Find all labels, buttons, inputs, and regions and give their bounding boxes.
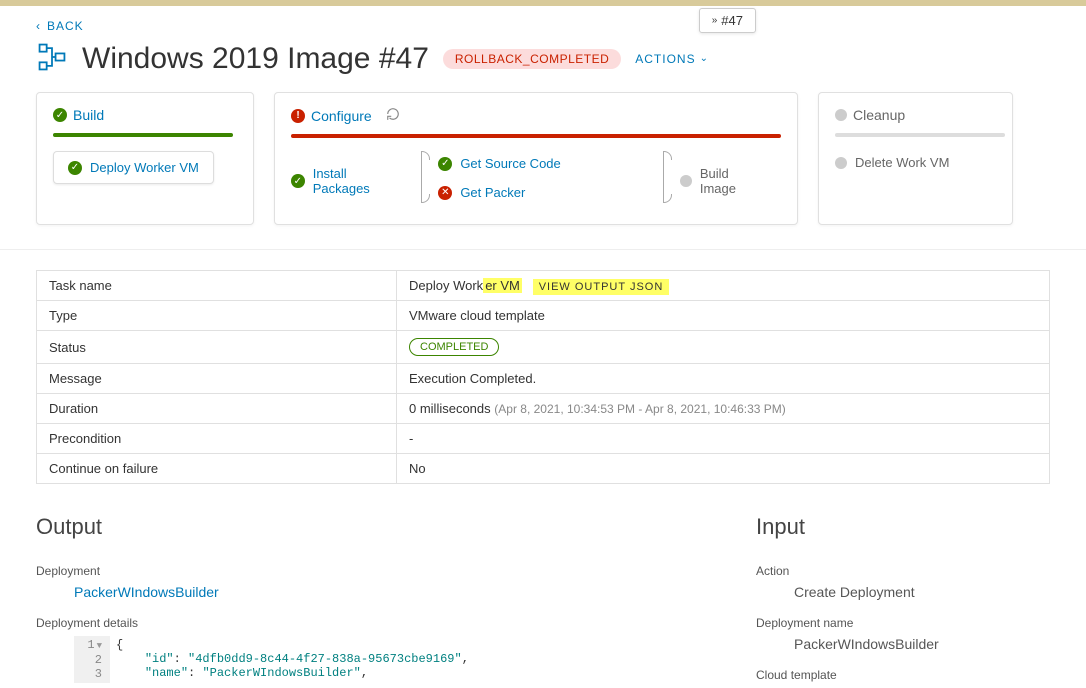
table-row: Continue on failure No bbox=[37, 454, 1050, 484]
error-circle-icon: ! bbox=[291, 109, 305, 123]
task-label: Delete Work VM bbox=[855, 155, 949, 170]
stage-configure-progress bbox=[291, 134, 781, 138]
status-label: Status bbox=[37, 331, 397, 364]
table-row: Message Execution Completed. bbox=[37, 364, 1050, 394]
code-gutter: 1▼23 bbox=[74, 636, 110, 683]
code-lines[interactable]: { "id": "4dfb0dd9-8c44-4f27-838a-95673cb… bbox=[110, 636, 475, 683]
input-action-value: Create Deployment bbox=[756, 584, 1050, 600]
stage-divider bbox=[421, 152, 422, 202]
task-build-image[interactable]: Build Image bbox=[680, 162, 767, 200]
check-circle-icon: ✓ bbox=[68, 161, 82, 175]
precondition-label: Precondition bbox=[37, 424, 397, 454]
task-name-value: Deploy Worker VM bbox=[409, 278, 522, 293]
task-label: Deploy Worker VM bbox=[90, 160, 199, 175]
stage-cleanup-title[interactable]: Cleanup bbox=[853, 107, 905, 123]
input-depname-value: PackerWIndowsBuilder bbox=[756, 636, 1050, 652]
page-title: Windows 2019 Image #47 bbox=[82, 42, 429, 76]
stage-configure: ! Configure ✓ Install Packages ✓ bbox=[274, 92, 798, 225]
pipeline-icon bbox=[36, 41, 68, 76]
back-label: BACK bbox=[47, 19, 84, 33]
type-value: VMware cloud template bbox=[397, 301, 1050, 331]
input-depname-label: Deployment name bbox=[756, 616, 1050, 630]
task-get-source-code[interactable]: ✓ Get Source Code bbox=[438, 152, 560, 175]
type-label: Type bbox=[37, 301, 397, 331]
table-row: Status COMPLETED bbox=[37, 331, 1050, 364]
stage-build-progress bbox=[53, 133, 233, 137]
input-cloud-label: Cloud template bbox=[756, 668, 1050, 682]
precondition-value: - bbox=[397, 424, 1050, 454]
chevron-double-down-icon: » bbox=[712, 15, 718, 26]
check-circle-icon: ✓ bbox=[438, 157, 452, 171]
output-heading: Output bbox=[36, 514, 716, 540]
refresh-icon[interactable] bbox=[386, 107, 400, 124]
stage-build: ✓ Build ✓ Deploy Worker VM bbox=[36, 92, 254, 225]
stage-build-title[interactable]: Build bbox=[73, 107, 104, 123]
continue-value: No bbox=[397, 454, 1050, 484]
deployment-details-label: Deployment details bbox=[36, 616, 716, 630]
chevron-down-icon: ⌄ bbox=[700, 53, 709, 64]
check-circle-icon: ✓ bbox=[291, 174, 305, 188]
stages-row: ✓ Build ✓ Deploy Worker VM ! Configure bbox=[36, 92, 1050, 225]
deployment-link[interactable]: PackerWIndowsBuilder bbox=[36, 584, 716, 600]
run-tab-label: #47 bbox=[721, 13, 743, 28]
duration-value: 0 milliseconds bbox=[409, 401, 491, 416]
actions-label: ACTIONS bbox=[635, 52, 695, 66]
status-badge: COMPLETED bbox=[409, 338, 499, 356]
task-label: Build Image bbox=[700, 166, 767, 196]
chevron-left-icon: ‹ bbox=[36, 19, 41, 33]
rollback-status-badge: ROLLBACK_COMPLETED bbox=[443, 49, 621, 69]
task-details-table: Task name Deploy Worker VM VIEW OUTPUT J… bbox=[36, 270, 1050, 484]
deployment-details-code: 1▼23 { "id": "4dfb0dd9-8c44-4f27-838a-95… bbox=[74, 636, 716, 683]
stage-cleanup: Cleanup Delete Work VM bbox=[818, 92, 1013, 225]
task-delete-work-vm[interactable]: Delete Work VM bbox=[835, 151, 949, 174]
duration-cell: 0 milliseconds (Apr 8, 2021, 10:34:53 PM… bbox=[397, 394, 1050, 424]
bottom-panels: Output Deployment PackerWIndowsBuilder D… bbox=[36, 514, 1050, 688]
pending-dot-icon bbox=[835, 157, 847, 169]
task-name-label: Task name bbox=[37, 271, 397, 301]
task-name-cell: Deploy Worker VM VIEW OUTPUT JSON bbox=[397, 271, 1050, 301]
message-label: Message bbox=[37, 364, 397, 394]
stage-cleanup-progress bbox=[835, 133, 1005, 137]
input-panel: Input Action Create Deployment Deploymen… bbox=[756, 514, 1050, 688]
stage-divider bbox=[663, 152, 664, 202]
input-heading: Input bbox=[756, 514, 1050, 540]
duration-range: (Apr 8, 2021, 10:34:53 PM - Apr 8, 2021,… bbox=[494, 402, 786, 416]
duration-label: Duration bbox=[37, 394, 397, 424]
table-row: Precondition - bbox=[37, 424, 1050, 454]
continue-label: Continue on failure bbox=[37, 454, 397, 484]
actions-dropdown[interactable]: ACTIONS ⌄ bbox=[635, 52, 709, 66]
section-divider bbox=[0, 249, 1086, 250]
title-row: Windows 2019 Image #47 ROLLBACK_COMPLETE… bbox=[36, 41, 1050, 76]
status-cell: COMPLETED bbox=[397, 331, 1050, 364]
pending-dot-icon bbox=[680, 175, 692, 187]
view-output-json-link[interactable]: VIEW OUTPUT JSON bbox=[533, 279, 670, 295]
task-label: Get Source Code bbox=[460, 156, 560, 171]
back-link[interactable]: ‹ BACK bbox=[36, 19, 84, 33]
error-circle-icon: ✕ bbox=[438, 186, 452, 200]
check-circle-icon: ✓ bbox=[53, 108, 67, 122]
message-value: Execution Completed. bbox=[397, 364, 1050, 394]
run-tab-marker[interactable]: » #47 bbox=[699, 8, 756, 33]
task-label: Get Packer bbox=[460, 185, 525, 200]
deployment-label: Deployment bbox=[36, 564, 716, 578]
input-action-label: Action bbox=[756, 564, 1050, 578]
task-deploy-worker-vm[interactable]: ✓ Deploy Worker VM bbox=[53, 151, 214, 184]
table-row: Task name Deploy Worker VM VIEW OUTPUT J… bbox=[37, 271, 1050, 301]
task-label: Install Packages bbox=[313, 166, 406, 196]
table-row: Type VMware cloud template bbox=[37, 301, 1050, 331]
table-row: Duration 0 milliseconds (Apr 8, 2021, 10… bbox=[37, 394, 1050, 424]
task-install-packages[interactable]: ✓ Install Packages bbox=[291, 162, 405, 200]
stage-configure-title[interactable]: Configure bbox=[311, 108, 372, 124]
pending-dot-icon bbox=[835, 109, 847, 121]
output-panel: Output Deployment PackerWIndowsBuilder D… bbox=[36, 514, 716, 688]
task-get-packer[interactable]: ✕ Get Packer bbox=[438, 181, 525, 204]
